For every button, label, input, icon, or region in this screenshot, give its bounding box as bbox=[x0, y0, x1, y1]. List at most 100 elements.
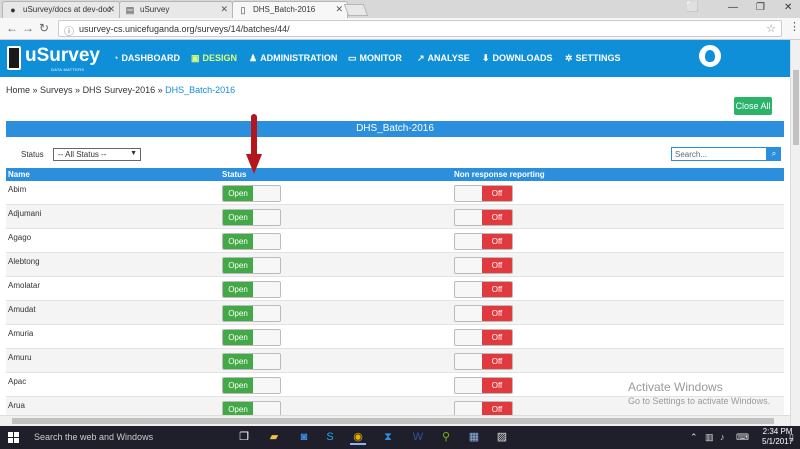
app-navbar: uSurvey DATA MATTERS ◔ DASHBOARD ▣ DESIGN … bbox=[0, 40, 790, 77]
url-text[interactable]: usurvey-cs.unicefuganda.org/surveys/14/b… bbox=[79, 24, 290, 34]
chevron-up-icon[interactable]: ⌃ bbox=[690, 432, 698, 443]
status-filter-select[interactable]: -- All Status -- ▼ bbox=[53, 148, 141, 161]
non-response-toggle[interactable]: Off bbox=[454, 329, 513, 346]
document-icon: ▤ bbox=[125, 5, 135, 15]
design-icon: ▣ bbox=[191, 53, 200, 63]
nav-design[interactable]: ▣ DESIGN bbox=[191, 53, 237, 64]
volume-icon[interactable]: ♪ bbox=[720, 432, 725, 442]
mobile-icon: ▯ bbox=[240, 5, 246, 15]
network-app-icon[interactable]: ▦ bbox=[466, 430, 482, 445]
android-icon[interactable]: ⚲ bbox=[438, 430, 454, 445]
user-avatar[interactable] bbox=[699, 45, 721, 67]
scrollbar-thumb[interactable] bbox=[12, 418, 774, 424]
non-response-toggle[interactable]: Off bbox=[454, 233, 513, 250]
status-filter-label: Status bbox=[21, 150, 44, 159]
forward-arrow-icon[interactable]: → bbox=[22, 21, 34, 35]
scrollbar-thumb[interactable] bbox=[793, 70, 799, 145]
status-toggle[interactable]: Open bbox=[222, 305, 281, 322]
close-icon[interactable]: ✕ bbox=[335, 4, 343, 15]
visual-studio-icon[interactable]: ⧗ bbox=[380, 430, 396, 445]
user-profile-icon[interactable]: ⬜ bbox=[686, 2, 698, 13]
status-toggle[interactable]: Open bbox=[222, 377, 281, 394]
chrome-icon[interactable]: ◉ bbox=[350, 430, 366, 445]
status-toggle[interactable]: Open bbox=[222, 281, 281, 298]
download-icon: ⬇ bbox=[482, 53, 490, 63]
non-response-toggle[interactable]: Off bbox=[454, 185, 513, 202]
browser-menu-icon[interactable]: ⋮ bbox=[789, 20, 800, 33]
back-arrow-icon[interactable]: ← bbox=[6, 21, 18, 35]
notifications-icon[interactable]: ▯ bbox=[789, 432, 794, 443]
breadcrumb-surveys[interactable]: Surveys bbox=[40, 85, 73, 95]
close-all-button[interactable]: Close All bbox=[734, 97, 772, 115]
windows-taskbar: Search the web and Windows ❐ ▰ ◙ S ◉ ⧗ W… bbox=[0, 426, 800, 449]
breadcrumb-survey[interactable]: DHS Survey-2016 bbox=[83, 85, 156, 95]
phone-icon bbox=[7, 46, 21, 70]
table-row: Adjumani Open Off bbox=[6, 205, 784, 229]
reload-icon[interactable]: ↻ bbox=[39, 21, 49, 35]
nav-dashboard[interactable]: ◔ DASHBOARD bbox=[113, 53, 180, 63]
row-name: Amolatar bbox=[8, 281, 41, 290]
row-name: Amudat bbox=[8, 305, 36, 314]
word-icon[interactable]: W bbox=[410, 430, 426, 445]
column-header-name[interactable]: Name bbox=[8, 170, 30, 179]
nav-monitor[interactable]: ▭ MONITOR bbox=[348, 53, 402, 64]
status-toggle[interactable]: Open bbox=[222, 185, 281, 202]
photos-icon[interactable]: ▨ bbox=[494, 430, 510, 445]
status-toggle[interactable]: Open bbox=[222, 233, 281, 250]
nav-settings[interactable]: ✲ SETTINGS bbox=[565, 53, 621, 64]
new-tab-button[interactable] bbox=[343, 4, 369, 16]
non-response-toggle[interactable]: Off bbox=[454, 281, 513, 298]
nav-analyse[interactable]: ↗ ANALYSE bbox=[417, 53, 470, 64]
column-header-non-response[interactable]: Non response reporting bbox=[454, 170, 545, 179]
breadcrumb-home[interactable]: Home bbox=[6, 85, 30, 95]
skype-icon[interactable]: S bbox=[322, 430, 338, 445]
windows-start-icon[interactable] bbox=[8, 432, 20, 444]
non-response-toggle[interactable]: Off bbox=[454, 209, 513, 226]
outlook-icon[interactable]: ◙ bbox=[296, 430, 312, 445]
page-info-icon[interactable]: ⓘ bbox=[64, 23, 74, 38]
browser-tab-github[interactable]: ● uSurvey/docs at dev-doc ✕ bbox=[2, 1, 120, 18]
taskbar-search-box[interactable]: Search the web and Windows bbox=[34, 432, 153, 442]
tab-label: uSurvey bbox=[140, 5, 170, 14]
toggle-off-label: Off bbox=[482, 282, 512, 297]
browser-tab-dhs-batch[interactable]: ▯ DHS_Batch-2016 ✕ bbox=[232, 1, 348, 19]
close-icon[interactable]: ✕ bbox=[107, 4, 115, 15]
toggle-off-label: Off bbox=[482, 354, 512, 369]
maximize-icon[interactable]: ❐ bbox=[756, 2, 765, 13]
non-response-toggle[interactable]: Off bbox=[454, 257, 513, 274]
breadcrumb-current[interactable]: DHS_Batch-2016 bbox=[165, 85, 235, 95]
toggle-open-label: Open bbox=[223, 306, 253, 321]
annotation-arrow-icon bbox=[246, 114, 262, 174]
status-toggle[interactable]: Open bbox=[222, 353, 281, 370]
search-input[interactable]: Search... bbox=[671, 147, 767, 161]
non-response-toggle[interactable]: Off bbox=[454, 377, 513, 394]
usurvey-logo[interactable]: uSurvey DATA MATTERS bbox=[5, 44, 100, 74]
status-toggle[interactable]: Open bbox=[222, 209, 281, 226]
bookmark-star-icon[interactable]: ☆ bbox=[766, 22, 776, 35]
file-explorer-icon[interactable]: ▰ bbox=[266, 430, 282, 445]
search-icon[interactable]: ⌕ bbox=[767, 147, 781, 161]
row-name: Adjumani bbox=[8, 209, 42, 218]
window-close-icon[interactable]: ✕ bbox=[784, 2, 792, 13]
table-row: Amuria Open Off bbox=[6, 325, 784, 349]
non-response-toggle[interactable]: Off bbox=[454, 305, 513, 322]
nav-downloads[interactable]: ⬇ DOWNLOADS bbox=[482, 53, 553, 64]
browser-tab-usurvey[interactable]: ▤ uSurvey ✕ bbox=[119, 1, 233, 18]
row-name: Agago bbox=[8, 233, 32, 242]
status-toggle[interactable]: Open bbox=[222, 257, 281, 274]
keyboard-icon[interactable]: ⌨ bbox=[736, 432, 749, 443]
status-toggle[interactable]: Open bbox=[222, 329, 281, 346]
horizontal-scrollbar[interactable] bbox=[0, 415, 790, 426]
close-icon[interactable]: ✕ bbox=[220, 4, 228, 15]
tab-label: DHS_Batch-2016 bbox=[253, 5, 316, 14]
network-icon[interactable]: ▥ bbox=[705, 432, 714, 443]
vertical-scrollbar[interactable] bbox=[790, 40, 800, 426]
task-view-icon[interactable]: ❐ bbox=[236, 430, 252, 445]
watermark-subtitle: Go to Settings to activate Windows. bbox=[628, 396, 771, 406]
nav-administration[interactable]: ♟ ADMINISTRATION bbox=[249, 53, 337, 64]
column-header-status[interactable]: Status bbox=[222, 170, 246, 179]
address-bar[interactable]: ⓘ usurvey-cs.unicefuganda.org/surveys/14… bbox=[58, 20, 782, 38]
row-name: Abim bbox=[8, 185, 27, 194]
minimize-icon[interactable]: — bbox=[728, 2, 738, 13]
non-response-toggle[interactable]: Off bbox=[454, 353, 513, 370]
